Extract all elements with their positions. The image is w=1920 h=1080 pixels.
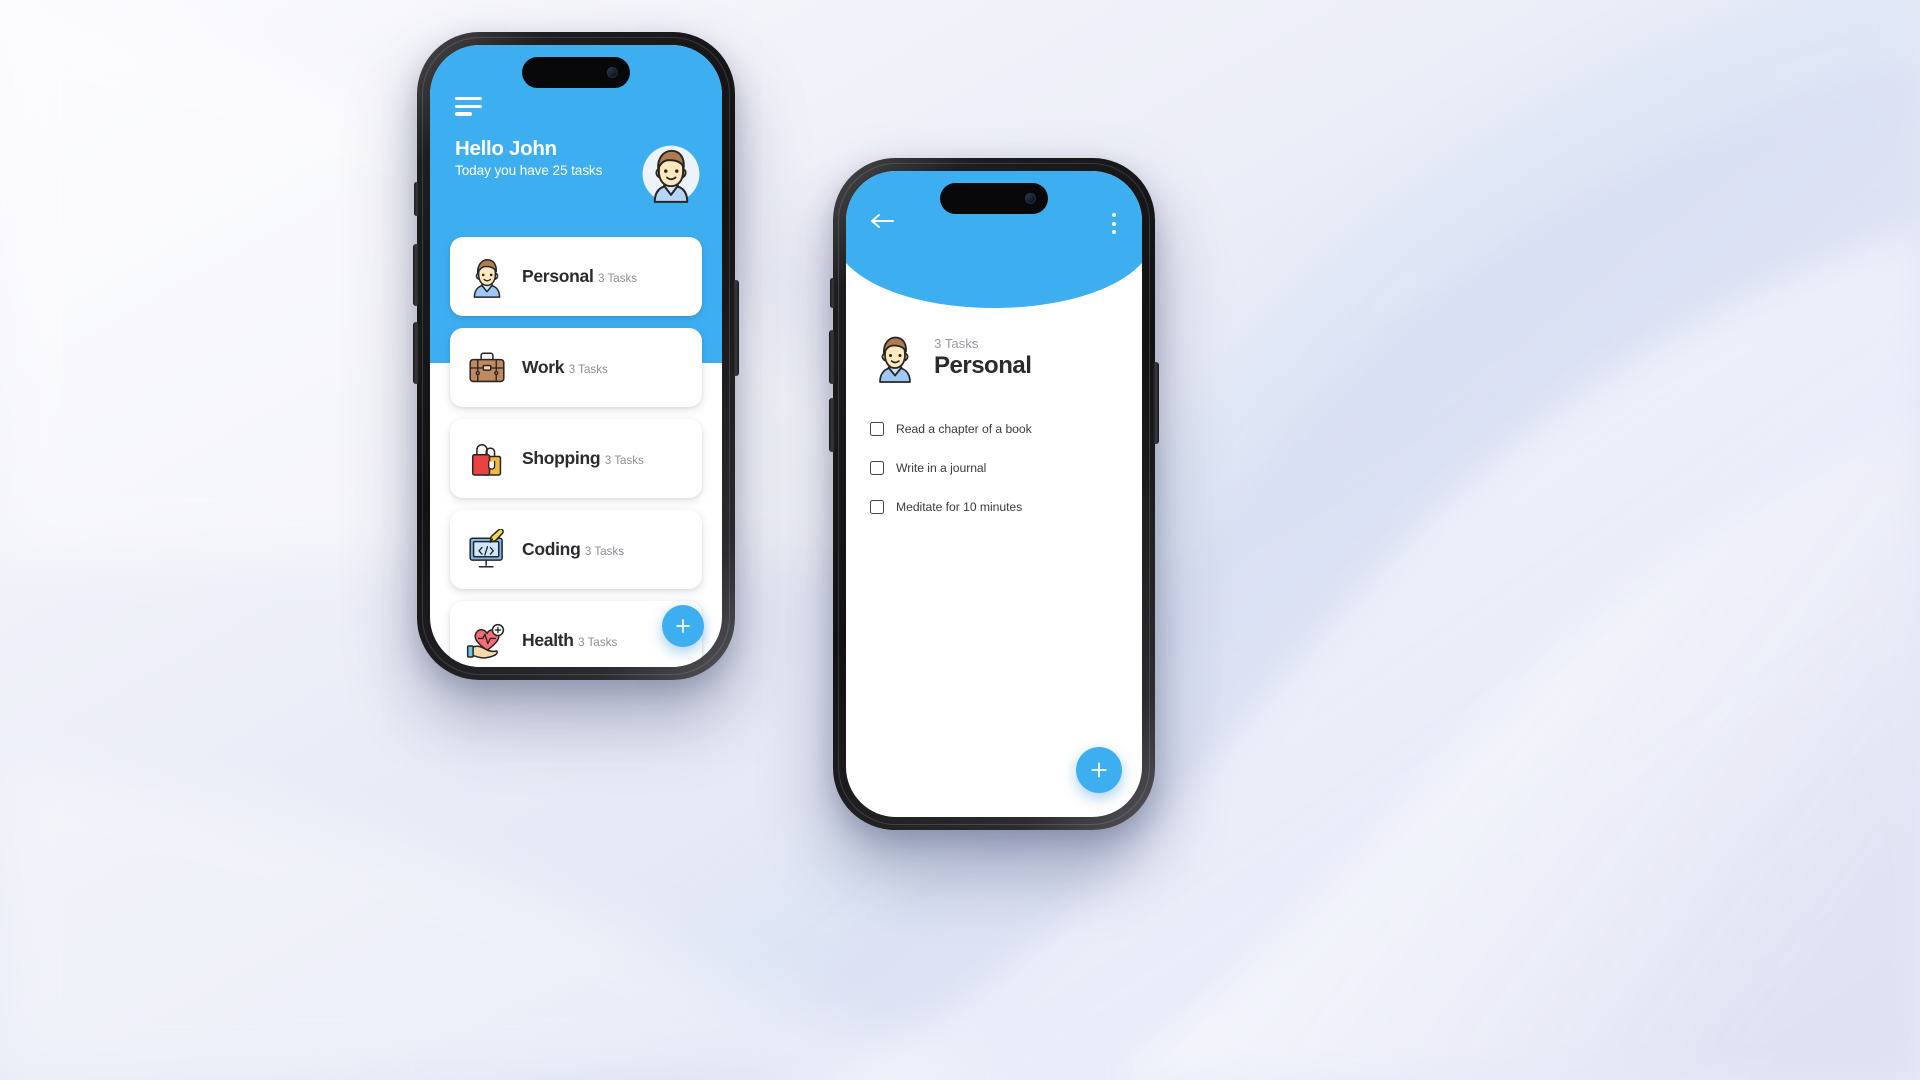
task-checkbox[interactable] [870, 499, 884, 514]
more-vertical-icon[interactable] [1111, 213, 1116, 235]
task-item[interactable]: Write in a journal [870, 448, 1118, 487]
phone-mockup-home: Hello John Today you have 25 tasks Perso… [413, 32, 739, 680]
user-avatar-icon[interactable] [642, 145, 700, 203]
kebab-dot [1111, 230, 1116, 235]
add-task-button[interactable] [1076, 747, 1122, 793]
phone-mockup-detail: 3 Tasks Personal Read a chapter of a boo… [829, 158, 1159, 830]
category-text: Health 3 Tasks [522, 630, 617, 651]
category-count: 3 Tasks [568, 363, 608, 376]
computer-code-icon [466, 527, 508, 571]
task-checkbox[interactable] [870, 421, 884, 436]
category-name: Personal [522, 266, 594, 286]
kebab-dot [1111, 221, 1116, 226]
category-count: 3 Tasks [584, 545, 625, 558]
category-text: Shopping 3 Tasks [522, 448, 644, 469]
power-button[interactable] [733, 280, 739, 376]
greeting-title: Hello John [455, 137, 557, 160]
category-name: Coding [522, 539, 581, 559]
hamburger-line [455, 97, 482, 101]
category-card-personal[interactable]: Personal 3 Tasks [450, 237, 702, 316]
category-name: Shopping [522, 448, 601, 468]
category-card-coding[interactable]: Coding 3 Tasks [450, 510, 702, 589]
category-text: Personal 3 Tasks [522, 266, 637, 287]
category-name: Work [522, 357, 565, 377]
mute-switch[interactable] [414, 182, 419, 216]
front-camera-icon [1025, 193, 1036, 204]
greeting-block: Hello John Today you have 25 tasks [455, 137, 602, 178]
category-text: Work 3 Tasks [522, 357, 608, 378]
detail-title-text: 3 Tasks Personal [934, 335, 1032, 380]
category-count: 3 Tasks [604, 454, 644, 467]
task-label: Read a chapter of a book [896, 421, 1032, 436]
kebab-dot [1111, 213, 1116, 218]
task-label: Write in a journal [896, 460, 987, 475]
detail-title-block: 3 Tasks Personal [870, 333, 1118, 383]
category-count: 3 Tasks [597, 272, 638, 285]
briefcase-icon [466, 347, 508, 389]
volume-up-button[interactable] [413, 244, 419, 306]
category-name: Health [522, 630, 574, 650]
detail-title: Personal [934, 352, 1032, 380]
task-checkbox[interactable] [870, 460, 884, 475]
detail-screen: 3 Tasks Personal Read a chapter of a boo… [846, 171, 1142, 817]
front-camera-icon [607, 67, 618, 78]
power-button[interactable] [1153, 362, 1159, 444]
volume-down-button[interactable] [413, 322, 419, 384]
category-text: Coding 3 Tasks [522, 539, 624, 560]
add-task-button[interactable] [662, 605, 704, 647]
hamburger-line [455, 104, 482, 108]
category-card-work[interactable]: Work 3 Tasks [450, 328, 702, 407]
task-list[interactable]: Read a chapter of a book Write in a jour… [870, 409, 1118, 526]
mute-switch[interactable] [830, 278, 835, 308]
detail-task-count: 3 Tasks [934, 335, 979, 351]
person-avatar-icon [870, 333, 920, 383]
task-item[interactable]: Read a chapter of a book [870, 409, 1118, 448]
volume-down-button[interactable] [829, 398, 835, 452]
dynamic-island [940, 183, 1048, 214]
category-count: 3 Tasks [578, 636, 618, 649]
task-label: Meditate for 10 minutes [896, 499, 1023, 514]
category-card-shopping[interactable]: Shopping 3 Tasks [450, 419, 702, 498]
home-screen: Hello John Today you have 25 tasks Perso… [430, 45, 722, 667]
dynamic-island [522, 57, 630, 88]
task-item[interactable]: Meditate for 10 minutes [870, 487, 1118, 526]
menu-icon[interactable] [455, 97, 482, 116]
back-button[interactable] [870, 213, 894, 234]
volume-up-button[interactable] [829, 330, 835, 384]
person-avatar-icon [466, 256, 508, 298]
heart-in-hand-icon [466, 620, 508, 662]
greeting-subtitle: Today you have 25 tasks [455, 162, 603, 178]
hamburger-line [455, 112, 472, 116]
shopping-bags-icon [466, 438, 508, 480]
